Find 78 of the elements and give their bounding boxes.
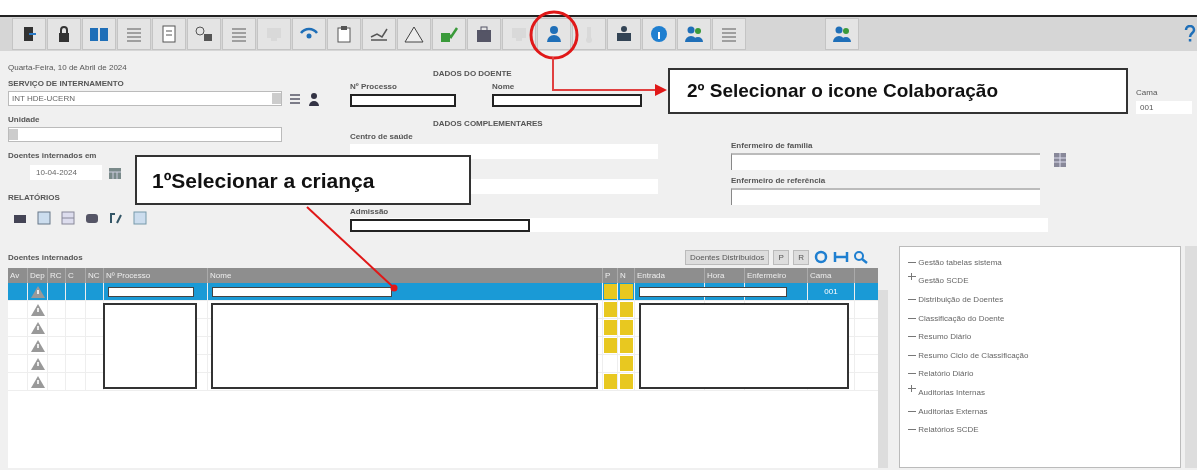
monitor-icon: [509, 25, 529, 43]
report-icon[interactable]: [109, 211, 123, 225]
calendar-icon[interactable]: [108, 165, 122, 180]
list-icon: [229, 25, 249, 43]
unit-select[interactable]: [8, 127, 282, 142]
warning-icon: [30, 285, 45, 298]
list-icon[interactable]: [288, 91, 302, 106]
table-row[interactable]: 001: [8, 283, 878, 301]
field-label: SERVIÇO DE INTERNAMENTO: [8, 79, 125, 88]
search-icon[interactable]: [853, 250, 870, 264]
toolbar-button[interactable]: [12, 18, 46, 50]
grid-icon[interactable]: [1054, 153, 1066, 167]
field-label: Admissão: [350, 207, 390, 216]
field-label: Unidade: [8, 115, 41, 124]
section-heading: DADOS DO DOENTE: [433, 69, 512, 78]
date-field[interactable]: 10-04-2024: [30, 165, 102, 180]
field-label: Nº Processo: [350, 82, 398, 91]
table-cell: 001: [824, 287, 838, 296]
help-icon: [1184, 25, 1196, 43]
tree-item[interactable]: Distribuição de Doentes: [908, 290, 1181, 309]
toolbar-button[interactable]: [47, 18, 81, 50]
people-icon: [832, 25, 852, 43]
warning-icon: [30, 357, 45, 370]
highlight-circle: [529, 10, 579, 60]
list-icon: [719, 25, 739, 43]
scrollbar[interactable]: [878, 290, 888, 468]
field-label: Nome: [492, 82, 516, 91]
field-label: Doentes internados em: [8, 151, 98, 160]
field-label: Centro de saúde: [350, 132, 414, 141]
section-heading: DADOS COMPLEMENTARES: [433, 119, 543, 128]
toolbar-button[interactable]: [607, 18, 641, 50]
toolbar-button[interactable]: [187, 18, 221, 50]
clipboard-icon: [334, 25, 354, 43]
current-date: Quarta-Feira, 10 de Abril de 2024: [8, 63, 128, 72]
report-icon[interactable]: [85, 211, 99, 225]
field-label: Enfermeiro de referência: [731, 176, 827, 185]
table-title: Doentes internados: [8, 252, 83, 262]
list-icon: [124, 25, 144, 43]
section-heading: RELATÓRIOS: [8, 193, 61, 202]
tree-item[interactable]: Auditorias Internas: [908, 383, 1181, 402]
tree-item[interactable]: Relatórios SCDE: [908, 420, 1181, 439]
reference-nurse-field[interactable]: [731, 188, 1040, 205]
bed-number: 001: [1136, 101, 1192, 114]
tree-item[interactable]: Relatório Diário: [908, 364, 1181, 384]
person-icon: [544, 25, 564, 43]
info-icon: [649, 25, 669, 43]
toolbar-button[interactable]: [467, 18, 501, 50]
service-select[interactable]: INT HDE-UCERN: [8, 91, 282, 106]
warning-icon: [404, 25, 424, 43]
warning-icon: [30, 375, 45, 388]
warning-icon: [30, 339, 45, 352]
field-label: Enfermeiro de família: [731, 141, 814, 150]
tree-item[interactable]: Gestão SCDE: [908, 271, 1181, 291]
tree-item[interactable]: Resumo Ciclo de Classificação: [908, 345, 1181, 365]
tree-item[interactable]: Resumo Diário: [908, 327, 1181, 346]
toolbar-button[interactable]: [327, 18, 361, 50]
bag-icon: [474, 25, 494, 43]
warning-icon: [30, 303, 45, 316]
filter-button[interactable]: P: [773, 249, 790, 265]
distributed-button[interactable]: Doentes Distribuídos: [684, 249, 770, 265]
document-icon: [159, 25, 179, 43]
book-icon: [89, 25, 109, 43]
warning-icon: [30, 321, 45, 334]
field-label: Cama: [1136, 88, 1159, 97]
people-icon: [684, 25, 704, 43]
annotation-tooltip: 1ºSelecionar a criança: [135, 155, 471, 205]
table-row[interactable]: [8, 373, 878, 391]
person-icon[interactable]: [308, 91, 322, 106]
check-icon: [439, 25, 459, 43]
filter-button[interactable]: R: [793, 249, 810, 265]
annotation-tooltip: 2º Selecionar o icone Colaboração: [668, 68, 1128, 114]
tree-item[interactable]: Classificação do Doente: [908, 308, 1181, 328]
tree-item[interactable]: Gestão tabelas sistema: [908, 253, 1181, 272]
family-nurse-field[interactable]: [731, 153, 1040, 170]
admission-field[interactable]: [350, 218, 1048, 232]
refresh-icon[interactable]: [813, 250, 830, 264]
tree-item[interactable]: Auditorias Externas: [908, 401, 1181, 421]
printer-icon: [614, 25, 634, 43]
